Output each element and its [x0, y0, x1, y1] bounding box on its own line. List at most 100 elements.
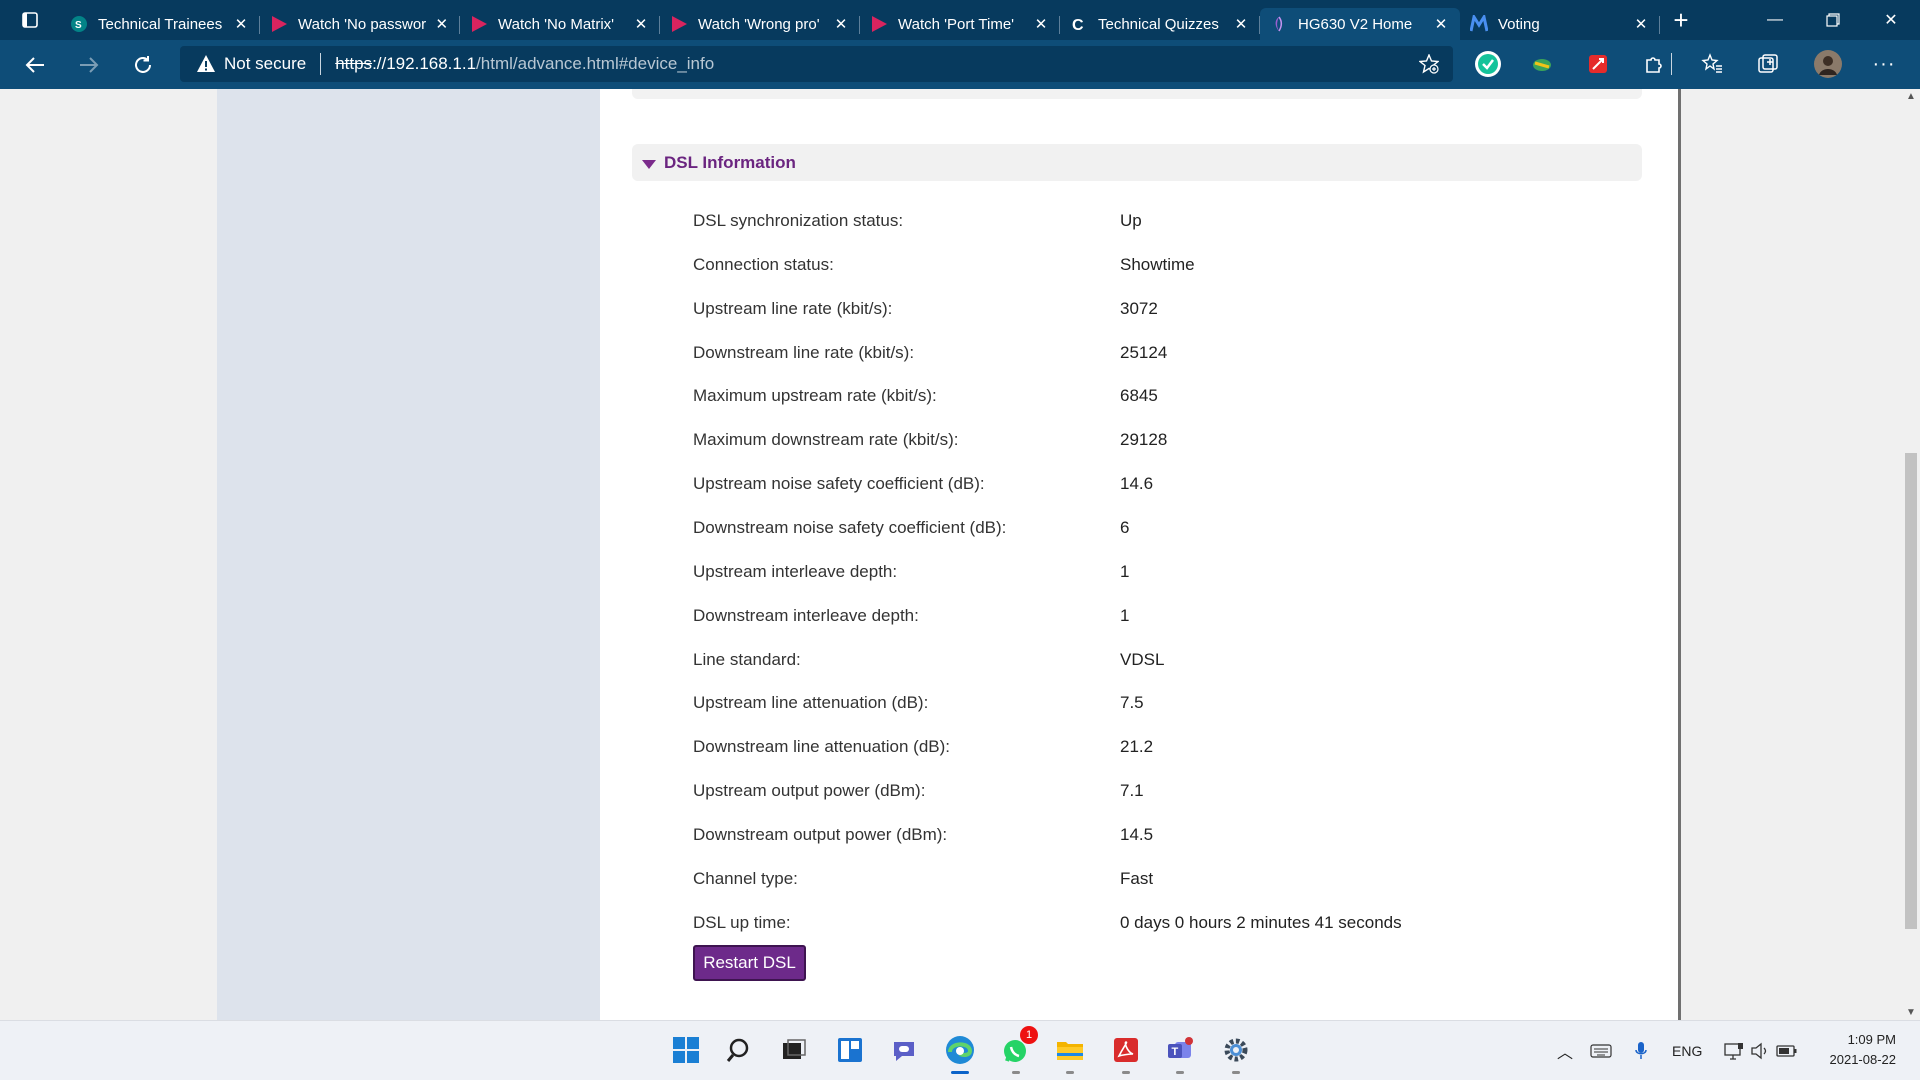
active-indicator: [951, 1071, 969, 1074]
running-indicator: [1122, 1071, 1130, 1074]
row-value: 21.2: [1120, 737, 1154, 756]
row-label: Upstream line rate (kbit/s):: [693, 299, 893, 318]
dsl-info-row: Downstream noise safety coefficient (dB)…: [693, 506, 1593, 550]
dsl-info-row: DSL synchronization status: Up: [693, 199, 1593, 243]
dsl-info-row: Connection status: Showtime: [693, 243, 1593, 287]
restore-button[interactable]: [1804, 0, 1862, 40]
row-value: 29128: [1120, 430, 1168, 449]
acrobat-button[interactable]: [1106, 1030, 1146, 1074]
previous-section-edge: [632, 89, 1642, 99]
row-label: Maximum upstream rate (kbit/s):: [693, 386, 937, 405]
scroll-up-icon[interactable]: ▲: [1906, 91, 1916, 102]
close-tab-icon[interactable]: ✕: [632, 15, 650, 33]
microphone-icon[interactable]: [1634, 1041, 1648, 1061]
settings-button[interactable]: [1216, 1030, 1256, 1074]
running-indicator: [1012, 1071, 1020, 1074]
new-tab-button[interactable]: +: [1660, 0, 1702, 40]
check-circle-icon: [1475, 51, 1501, 77]
grammarly-extension-button[interactable]: [1470, 46, 1506, 82]
teams-button[interactable]: T: [1160, 1030, 1200, 1074]
widgets-button[interactable]: [830, 1030, 870, 1070]
profile-button[interactable]: [1810, 46, 1846, 82]
language-indicator[interactable]: ENG: [1672, 1043, 1702, 1059]
row-label: Upstream noise safety coefficient (dB):: [693, 474, 985, 493]
back-button[interactable]: [8, 45, 62, 85]
tab-title: Watch 'Wrong pro': [698, 15, 820, 33]
restart-dsl-button[interactable]: Restart DSL: [693, 945, 806, 981]
row-label: Upstream output power (dBm):: [693, 781, 926, 800]
tab-watch-wrong-pro[interactable]: Watch 'Wrong pro' ✕: [660, 8, 860, 40]
close-tab-icon[interactable]: ✕: [232, 15, 250, 33]
tab-hg630-home[interactable]: HG630 V2 Home ✕: [1260, 8, 1460, 40]
favorites-button[interactable]: [1694, 46, 1730, 82]
taskbar-clock[interactable]: 1:09 PM 2021-08-22: [1830, 1030, 1897, 1070]
row-value: 7.1: [1120, 781, 1144, 800]
file-explorer-button[interactable]: [1050, 1030, 1090, 1074]
close-tab-icon[interactable]: ✕: [1232, 15, 1250, 33]
dsl-info-row: Upstream line attenuation (dB): 7.5: [693, 681, 1593, 725]
restore-icon: [1826, 13, 1840, 27]
search-button[interactable]: [720, 1030, 760, 1070]
task-view-button[interactable]: [774, 1030, 814, 1070]
tab-actions-icon: [22, 12, 38, 28]
collapse-arrow-icon[interactable]: [642, 159, 656, 169]
tab-title: Watch 'No Matrix': [498, 15, 615, 33]
row-label: Downstream interleave depth:: [693, 606, 919, 625]
play-icon: [470, 15, 488, 33]
minimize-button[interactable]: —: [1746, 0, 1804, 40]
show-hidden-icons-chevron-icon[interactable]: ︿: [1550, 1039, 1580, 1063]
svg-text:C: C: [1072, 17, 1084, 33]
tab-voting[interactable]: Voting ✕: [1460, 8, 1660, 40]
scrollbar-thumb[interactable]: [1905, 453, 1917, 929]
forward-button[interactable]: [62, 45, 116, 85]
extension-button-2[interactable]: [1524, 46, 1560, 82]
dsl-info-row: Downstream line rate (kbit/s): 25124: [693, 331, 1593, 375]
url-text[interactable]: https://192.168.1.1/html/advance.html#de…: [335, 54, 714, 74]
row-value: VDSL: [1120, 650, 1165, 669]
tab-title: Voting: [1498, 15, 1540, 33]
running-indicator: [1176, 1071, 1184, 1074]
battery-icon[interactable]: [1776, 1043, 1798, 1059]
add-favorite-icon[interactable]: [1419, 54, 1439, 74]
collections-button[interactable]: [1750, 46, 1786, 82]
whatsapp-button[interactable]: 1: [996, 1026, 1038, 1074]
gear-icon: [1224, 1038, 1248, 1062]
edge-taskbar-button[interactable]: [940, 1030, 980, 1074]
refresh-button[interactable]: [116, 45, 170, 85]
teams-chat-button[interactable]: [884, 1030, 924, 1070]
tab-actions-button[interactable]: [0, 0, 60, 40]
tab-watch-no-password[interactable]: Watch 'No password' ✕: [260, 8, 460, 40]
scroll-down-icon[interactable]: ▼: [1906, 1007, 1916, 1018]
page-scrollbar[interactable]: ▲ ▼: [1902, 89, 1920, 1020]
plus-icon: +: [1673, 4, 1689, 35]
edge-icon: [946, 1036, 974, 1064]
close-tab-icon[interactable]: ✕: [1632, 15, 1650, 33]
running-indicator: [1066, 1071, 1074, 1074]
close-tab-icon[interactable]: ✕: [1032, 15, 1050, 33]
extension-button-3[interactable]: [1580, 46, 1616, 82]
chat-icon: [894, 1042, 914, 1061]
dsl-information-header[interactable]: DSL Information: [632, 144, 1642, 181]
device-info-content: DSL Information DSL synchronization stat…: [600, 89, 1678, 1020]
security-label[interactable]: Not secure: [224, 54, 306, 74]
sharepoint-icon: S: [70, 15, 88, 33]
tab-technical-trainees[interactable]: S Technical Trainees ✕: [60, 8, 260, 40]
close-window-button[interactable]: ✕: [1862, 0, 1920, 40]
row-label: Line standard:: [693, 650, 801, 669]
close-icon: ✕: [1884, 12, 1898, 29]
start-button[interactable]: [666, 1030, 706, 1070]
network-icon[interactable]: [1724, 1042, 1744, 1060]
close-tab-icon[interactable]: ✕: [434, 15, 450, 33]
tab-technical-quizzes[interactable]: C Technical Quizzes ✕: [1060, 8, 1260, 40]
address-bar[interactable]: Not secure https://192.168.1.1/html/adva…: [180, 46, 1453, 82]
play-icon: [270, 15, 288, 33]
close-tab-icon[interactable]: ✕: [1432, 15, 1450, 33]
keyboard-icon[interactable]: [1590, 1043, 1612, 1059]
tab-watch-port-time[interactable]: Watch 'Port Time' ✕: [860, 8, 1060, 40]
row-value: 1: [1120, 606, 1130, 625]
row-value: 1: [1120, 562, 1130, 581]
close-tab-icon[interactable]: ✕: [832, 15, 850, 33]
volume-icon[interactable]: [1750, 1042, 1770, 1060]
settings-more-button[interactable]: ···: [1866, 46, 1902, 82]
tab-watch-no-matrix[interactable]: Watch 'No Matrix' ✕: [460, 8, 660, 40]
